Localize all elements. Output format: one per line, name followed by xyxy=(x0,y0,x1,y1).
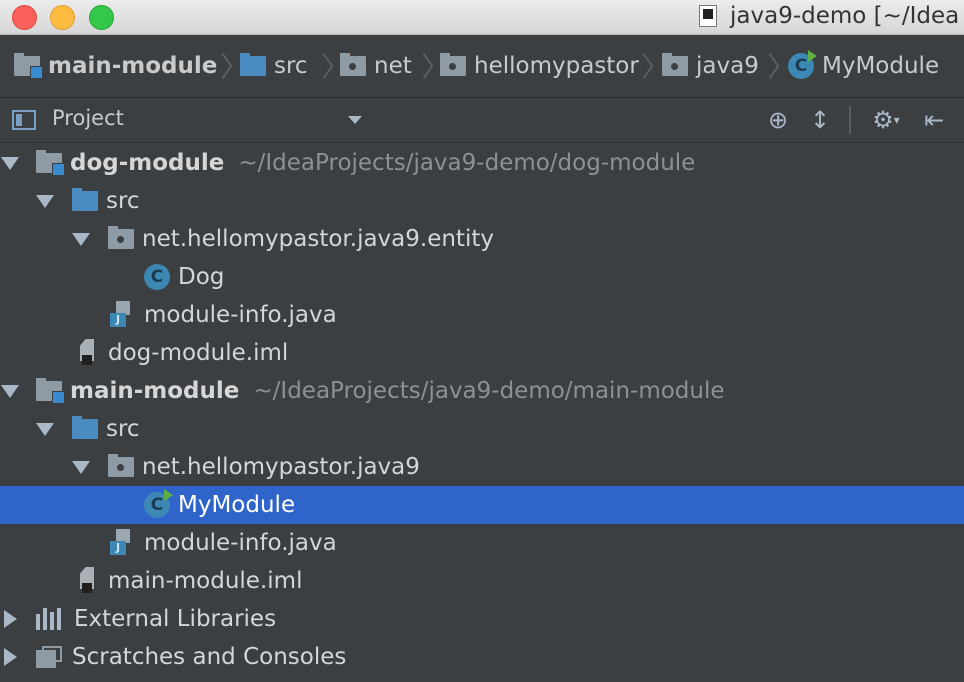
chevron-down-icon[interactable] xyxy=(36,423,54,436)
chevron-right-icon xyxy=(420,52,430,80)
chevron-down-icon[interactable] xyxy=(1,157,19,170)
source-folder-icon xyxy=(72,416,98,439)
chevron-down-icon[interactable] xyxy=(1,385,19,398)
collapse-all-icon[interactable]: ↕ xyxy=(806,106,834,134)
breadcrumb-item-hellomypastor[interactable]: hellomypastor xyxy=(440,35,639,97)
project-panel-icon xyxy=(12,110,36,130)
iml-file-icon xyxy=(76,567,96,595)
tree-item-label: module-info.java xyxy=(144,530,337,556)
chevron-right-icon xyxy=(766,52,776,80)
tree-item-label: Dog xyxy=(178,264,225,290)
breadcrumb-label: hellomypastor xyxy=(474,53,639,79)
tree-item-src[interactable]: src xyxy=(0,182,964,220)
tree-item-label: dog-module.iml xyxy=(108,340,289,366)
tree-item-mymodule-class[interactable]: C MyModule xyxy=(0,486,964,524)
tree-item-label: dog-module xyxy=(70,150,225,176)
zoom-window-button[interactable] xyxy=(89,5,114,30)
java-document-icon xyxy=(699,5,717,27)
tree-item-package[interactable]: net.hellomypastor.java9 xyxy=(0,448,964,486)
hide-icon[interactable]: ⇤ xyxy=(920,106,948,134)
breadcrumb-label: net xyxy=(374,53,412,79)
chevron-right-icon xyxy=(219,52,229,80)
runnable-class-icon: C xyxy=(144,489,173,518)
tree-item-label: External Libraries xyxy=(74,606,277,632)
breadcrumb-label: java9 xyxy=(696,53,759,79)
tree-item-label: MyModule xyxy=(178,492,296,518)
chevron-right-icon[interactable] xyxy=(4,648,17,666)
tree-item-dog-class[interactable]: C Dog xyxy=(0,258,964,296)
tree-item-label: main-module xyxy=(70,378,240,404)
chevron-down-icon[interactable] xyxy=(348,116,362,124)
close-window-button[interactable] xyxy=(12,5,37,30)
tree-item-label: main-module.iml xyxy=(108,568,303,594)
tree-item-src[interactable]: src xyxy=(0,410,964,448)
tree-item-scratches[interactable]: Scratches and Consoles xyxy=(0,638,964,676)
java-file-icon xyxy=(110,301,132,329)
tree-item-label: src xyxy=(106,416,140,442)
iml-file-icon xyxy=(76,339,96,367)
package-icon xyxy=(108,226,134,249)
window-title-bar: java9-demo [~/Idea xyxy=(0,0,964,35)
project-tree: dog-module ~/IdeaProjects/java9-demo/dog… xyxy=(0,143,964,682)
tree-item-label: Scratches and Consoles xyxy=(72,644,347,670)
breadcrumb-label: src xyxy=(274,53,308,79)
breadcrumb-item-src[interactable]: src xyxy=(240,35,308,97)
module-folder-icon xyxy=(36,150,65,176)
module-path: ~/IdeaProjects/java9-demo/dog-module xyxy=(238,150,696,176)
package-icon xyxy=(340,53,366,76)
java-file-icon xyxy=(110,529,132,557)
breadcrumb-item-mymodule[interactable]: C MyModule xyxy=(788,35,939,97)
module-folder-icon xyxy=(14,53,43,79)
tree-item-label: src xyxy=(106,188,140,214)
chevron-right-icon[interactable] xyxy=(4,610,17,628)
module-folder-icon xyxy=(36,378,65,404)
project-toolwindow-header: Project ⊕ ↕ ⚙ ▾ ⇤ xyxy=(0,98,964,143)
runnable-class-icon: C xyxy=(788,50,817,79)
tree-item-iml[interactable]: dog-module.iml xyxy=(0,334,964,372)
tree-item-main-module[interactable]: main-module ~/IdeaProjects/java9-demo/ma… xyxy=(0,372,964,410)
tree-item-label: module-info.java xyxy=(144,302,337,328)
chevron-down-icon[interactable] xyxy=(72,461,90,474)
toolwindow-title[interactable]: Project xyxy=(52,106,124,130)
breadcrumb-item-net[interactable]: net xyxy=(340,35,412,97)
chevron-down-icon[interactable] xyxy=(36,195,54,208)
chevron-down-icon[interactable] xyxy=(72,233,90,246)
package-icon xyxy=(108,454,134,477)
window-title: java9-demo [~/Idea xyxy=(730,3,960,29)
class-icon: C xyxy=(144,264,170,290)
tree-item-dog-module[interactable]: dog-module ~/IdeaProjects/java9-demo/dog… xyxy=(0,144,964,182)
breadcrumb-item-main-module[interactable]: main-module xyxy=(14,35,217,97)
chevron-right-icon xyxy=(640,52,650,80)
locate-icon[interactable]: ⊕ xyxy=(764,106,792,134)
tree-item-iml[interactable]: main-module.iml xyxy=(0,562,964,600)
breadcrumb-label: main-module xyxy=(48,53,218,79)
breadcrumb: main-module src net hellomypastor java9 … xyxy=(0,35,964,98)
module-path: ~/IdeaProjects/java9-demo/main-module xyxy=(253,378,725,404)
tree-item-label: net.hellomypastor.java9 xyxy=(142,454,420,480)
tree-item-module-info[interactable]: module-info.java xyxy=(0,296,964,334)
breadcrumb-label: MyModule xyxy=(822,53,940,79)
minimize-window-button[interactable] xyxy=(50,5,75,30)
tree-item-module-info[interactable]: module-info.java xyxy=(0,524,964,562)
gear-icon[interactable]: ⚙ ▾ xyxy=(866,106,906,134)
tree-item-package[interactable]: net.hellomypastor.java9.entity xyxy=(0,220,964,258)
tree-item-external-libraries[interactable]: External Libraries xyxy=(0,600,964,638)
package-icon xyxy=(662,53,688,76)
breadcrumb-item-java9[interactable]: java9 xyxy=(662,35,759,97)
tree-item-label: net.hellomypastor.java9.entity xyxy=(142,226,494,252)
scratches-icon xyxy=(36,646,62,668)
package-icon xyxy=(440,53,466,76)
libraries-icon xyxy=(36,608,64,630)
source-folder-icon xyxy=(240,53,266,76)
toolbar-divider xyxy=(849,106,851,134)
chevron-right-icon xyxy=(320,52,330,80)
source-folder-icon xyxy=(72,188,98,211)
